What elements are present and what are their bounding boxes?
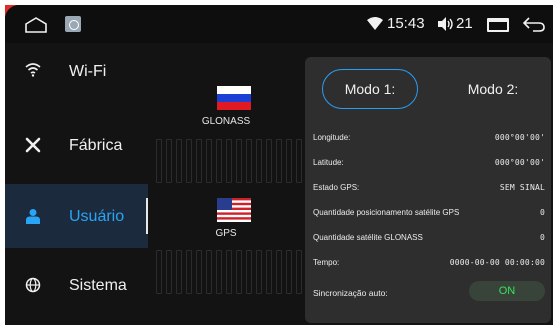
longitude-row: Longitude: 000°00'00' (313, 130, 545, 146)
screen: 15:43 21 Wi-Fi Fábrica Usuário Sistema G… (5, 5, 553, 325)
sidebar-item-label: Usuário (69, 208, 125, 225)
volume-icon[interactable] (437, 16, 455, 32)
longitude-value: 000°00'00' (494, 133, 545, 142)
wifi-icon (367, 17, 383, 30)
home-icon[interactable] (25, 17, 47, 33)
window-icon[interactable] (487, 18, 509, 32)
gps-state-row: Estado GPS: SEM SINAL (313, 180, 545, 196)
mode2-button[interactable]: Modo 2: (445, 69, 541, 109)
sidebar-item-label: Sistema (69, 277, 127, 294)
gps-satellite-count-row: Quantidade posicionamento satélite GPS 0 (313, 205, 545, 221)
gps-info-panel: Modo 1: Modo 2: Longitude: 000°00'00' La… (305, 57, 551, 323)
glonass-satellite-count-value: 0 (539, 233, 545, 242)
gps-state-value: SEM SINAL (499, 183, 545, 192)
glonass-label: GLONASS (201, 116, 251, 127)
gps-satellite-count-value: 0 (539, 208, 545, 217)
latitude-label: Latitude: (313, 158, 344, 167)
latitude-value: 000°00'00' (494, 158, 545, 167)
auto-sync-toggle[interactable]: ON (469, 281, 545, 301)
glonass-signal-bars (156, 139, 306, 183)
gps-label: GPS (215, 228, 237, 239)
gps-satellite-count-label: Quantidade posicionamento satélite GPS (313, 208, 460, 217)
gps-signal-bars (156, 250, 306, 294)
time-label: Tempo: (313, 258, 340, 267)
russia-flag-icon (217, 86, 251, 110)
auto-sync-label: Sincronização auto: (313, 288, 388, 298)
back-icon[interactable] (523, 16, 545, 32)
glonass-satellite-count-label: Quantidade satélite GLONASS (313, 233, 423, 242)
sidebar-item-label: Wi-Fi (69, 63, 107, 80)
sidebar-item-factory[interactable]: Fábrica (5, 113, 148, 177)
time-value: 0000-00-00 00:00:00 (449, 258, 545, 267)
status-bar: 15:43 21 (5, 5, 553, 43)
usa-flag-icon (217, 198, 251, 222)
sidebar-item-user[interactable]: Usuário (5, 184, 148, 248)
glonass-satellite-count-row: Quantidade satélite GLONASS 0 (313, 230, 545, 246)
gps-state-label: Estado GPS: (313, 183, 360, 192)
clock: 15:43 (387, 15, 425, 32)
satellite-panel: GLONASS GPS (148, 43, 304, 325)
time-row: Tempo: 0000-00-00 00:00:00 (313, 255, 545, 271)
tools-icon (25, 137, 41, 153)
sidebar-item-wifi[interactable]: Wi-Fi (5, 45, 148, 109)
sidebar-item-system[interactable]: Sistema (5, 251, 148, 315)
auto-sync-row: Sincronização auto: ON (313, 281, 545, 301)
sidebar: Wi-Fi Fábrica Usuário Sistema (5, 43, 148, 325)
volume-level: 21 (456, 15, 473, 32)
wifi-icon (25, 63, 41, 77)
mode1-button[interactable]: Modo 1: (322, 69, 418, 109)
gallery-icon[interactable] (65, 16, 81, 32)
sidebar-item-label: Fábrica (69, 137, 123, 154)
longitude-label: Longitude: (313, 133, 351, 142)
user-icon (26, 209, 40, 224)
latitude-row: Latitude: 000°00'00' (313, 155, 545, 171)
globe-icon (25, 277, 41, 293)
